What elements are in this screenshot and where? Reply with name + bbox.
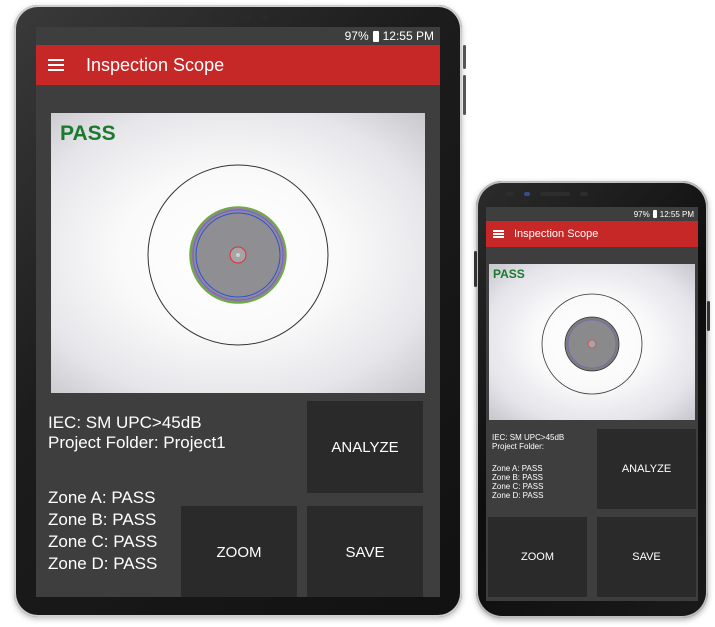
zone-a-result: Zone A: PASS: [48, 488, 156, 507]
phone-zone-c-result: Zone C: PASS: [492, 482, 544, 491]
test-info: IEC: SM UPC>45dB Project Folder: Project…: [48, 413, 226, 453]
standard-label: IEC: SM UPC>45dB: [48, 413, 202, 432]
save-button[interactable]: SAVE: [307, 506, 423, 597]
phone-core-circle: [587, 339, 597, 349]
phone-fiber-endface-image: PASS: [489, 264, 695, 420]
phone-power-button: [707, 301, 710, 331]
phone-project-folder-label: Project Folder:: [492, 442, 545, 451]
status-time: 12:55 PM: [382, 29, 434, 43]
phone-battery-icon: [652, 210, 657, 218]
tablet-device: 97% 12:55 PM Inspection Scope PASS IEC: …: [14, 5, 466, 617]
battery-icon: [372, 30, 379, 42]
zone-b-result: Zone B: PASS: [48, 510, 157, 529]
pass-result-label: PASS: [60, 122, 116, 145]
tablet-camera-bar: [212, 12, 282, 22]
phone-battery-percent: 97%: [633, 209, 650, 219]
core-center: [236, 253, 240, 257]
tablet-volume-button: [463, 75, 466, 115]
zone-results: Zone A: PASS Zone B: PASS Zone C: PASS Z…: [48, 487, 157, 575]
phone-hamburger-menu-icon[interactable]: [493, 230, 504, 238]
fiber-endface-image: PASS: [51, 113, 425, 393]
hamburger-menu-icon[interactable]: [48, 59, 64, 71]
phone-status-time: 12:55 PM: [659, 209, 694, 219]
phone-zone-b-result: Zone B: PASS: [492, 473, 543, 482]
phone-zone-a-result: Zone A: PASS: [492, 464, 543, 473]
phone-pass-result-label: PASS: [493, 267, 525, 281]
status-bar: 97% 12:55 PM: [36, 27, 440, 45]
phone-standard-label: IEC: SM UPC>45dB: [492, 433, 565, 442]
phone-sensor-bar: [506, 189, 676, 199]
tablet-side-button: [463, 45, 466, 69]
phone-app-bar: Inspection Scope: [486, 221, 698, 247]
phone-save-button[interactable]: SAVE: [597, 517, 696, 597]
app-bar: Inspection Scope: [36, 45, 440, 85]
phone-fiber-endface-graphic: PASS: [493, 267, 643, 395]
phone-zoom-button[interactable]: ZOOM: [488, 517, 587, 597]
zone-c-result: Zone C: PASS: [48, 532, 158, 551]
phone-screen: 97% 12:55 PM Inspection Scope PASS IEC: …: [486, 207, 698, 601]
phone-device: 97% 12:55 PM Inspection Scope PASS IEC: …: [474, 181, 710, 618]
phone-app-title: Inspection Scope: [514, 228, 599, 240]
phone-volume-button: [474, 251, 477, 287]
battery-percent: 97%: [344, 29, 369, 43]
phone-zone-results: Zone A: PASS Zone B: PASS Zone C: PASS Z…: [492, 464, 543, 500]
zone-d-result: Zone D: PASS: [48, 554, 158, 573]
app-title: Inspection Scope: [86, 54, 225, 75]
phone-status-bar: 97% 12:55 PM: [486, 207, 698, 221]
phone-zone-d-result: Zone D: PASS: [492, 491, 544, 500]
analyze-button[interactable]: ANALYZE: [307, 401, 423, 493]
phone-analyze-button[interactable]: ANALYZE: [597, 429, 696, 509]
zoom-button[interactable]: ZOOM: [181, 506, 297, 597]
tablet-screen: 97% 12:55 PM Inspection Scope PASS IEC: …: [36, 27, 440, 597]
fiber-endface-graphic: PASS: [60, 122, 329, 346]
phone-test-info: IEC: SM UPC>45dB Project Folder:: [492, 433, 564, 451]
project-folder-label: Project Folder: Project1: [48, 433, 226, 452]
